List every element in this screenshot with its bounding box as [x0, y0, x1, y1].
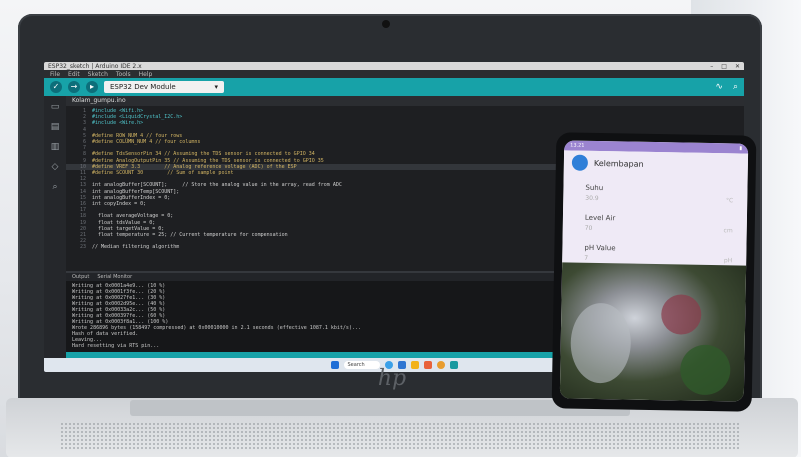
menu-tools[interactable]: Tools — [116, 71, 131, 78]
reading-value: 7 — [584, 254, 589, 262]
boards-icon[interactable]: ▤ — [51, 122, 60, 132]
serial-monitor-icon[interactable]: ⌕ — [733, 82, 738, 92]
serial-plotter-icon[interactable]: ∿ — [715, 82, 723, 92]
debug-icon[interactable]: ▸ — [86, 81, 98, 93]
sensor-reading: Suhu 30.9 °C — [585, 175, 739, 205]
folder-icon[interactable]: ▭ — [51, 102, 60, 112]
code-text: float temperature = 25; // Current tempe… — [92, 232, 288, 239]
reading-left: Suhu 30.9 — [585, 175, 603, 202]
code-text: #define COLUMN_NUM 4 // four columns — [92, 139, 201, 146]
app-icon[interactable] — [436, 361, 445, 369]
phone-screen: 13.21 ▮ Kelembapan Suhu 30.9 °C Level Air 70… — [559, 140, 749, 402]
sensor-card: Kelembapan Suhu 30.9 °C Level Air 70 cm pH Val… — [562, 150, 749, 287]
wallpaper-shape — [679, 344, 731, 396]
verify-icon[interactable]: ✓ — [50, 81, 62, 93]
reading-label: Suhu — [585, 183, 604, 193]
reading-left: pH Value 7 — [584, 235, 616, 263]
reading-unit: °C — [725, 197, 734, 205]
menu-edit[interactable]: Edit — [68, 71, 80, 78]
menu-file[interactable]: File — [50, 71, 60, 78]
reading-unit: cm — [723, 227, 733, 235]
board-name: ESP32 Dev Module — [110, 83, 176, 91]
phone-wallpaper — [559, 262, 747, 402]
toolbar-right: ∿ ⌕ — [715, 82, 738, 92]
wallpaper-shape — [570, 302, 632, 384]
maximize-icon[interactable]: □ — [721, 63, 727, 70]
menu-bar: File Edit Sketch Tools Help — [44, 70, 744, 78]
tab-output[interactable]: Output — [72, 274, 89, 280]
speaker-grille — [60, 422, 740, 450]
menu-sketch[interactable]: Sketch — [88, 71, 108, 78]
start-icon[interactable] — [330, 361, 339, 369]
reading-label: Level Air — [584, 213, 616, 223]
wallpaper-shape — [660, 294, 702, 335]
search-icon[interactable]: ⌕ — [52, 182, 57, 192]
minimize-icon[interactable]: – — [710, 63, 713, 70]
tab-serial-monitor[interactable]: Serial Monitor — [97, 274, 132, 280]
chevron-down-icon: ▾ — [214, 83, 218, 91]
app-icon[interactable] — [423, 361, 432, 369]
upload-icon[interactable]: → — [68, 81, 80, 93]
ide-sidebar: ▭ ▤ ▥ ◇ ⌕ — [44, 96, 66, 372]
code-text: #define SCOUNT 30 // Sum of sample point — [92, 170, 234, 177]
close-icon[interactable]: ✕ — [735, 63, 740, 70]
sensor-reading: Level Air 70 cm — [585, 205, 739, 235]
reading-unit: pH — [723, 257, 733, 265]
reading-value: 70 — [584, 224, 593, 232]
app-header: Kelembapan — [571, 154, 740, 174]
debug-side-icon[interactable]: ◇ — [52, 162, 59, 172]
code-text: #include <Wire.h> — [92, 120, 144, 127]
hp-logo: hp — [377, 366, 407, 391]
file-tab[interactable]: Kolam_gumpu.ino — [66, 96, 744, 106]
arduino-icon[interactable] — [449, 361, 458, 369]
reading-left: Level Air 70 — [585, 205, 616, 233]
menu-help[interactable]: Help — [139, 71, 153, 78]
window-controls[interactable]: – □ ✕ — [702, 63, 740, 70]
status-time: 13.21 — [570, 142, 585, 149]
photo-scene: ESP32_sketch | Arduino IDE 2.x – □ ✕ File … — [0, 0, 801, 457]
line-number: 23 — [79, 244, 86, 251]
code-text: int copyIndex = 0; — [92, 201, 147, 208]
ide-titlebar: ESP32_sketch | Arduino IDE 2.x – □ ✕ — [44, 62, 744, 70]
smartphone: 13.21 ▮ Kelembapan Suhu 30.9 °C Level Air 70… — [551, 132, 757, 412]
battery-icon: ▮ — [739, 145, 743, 152]
board-selector[interactable]: ESP32 Dev Module ▾ — [104, 81, 224, 93]
app-title: Kelembapan — [593, 158, 644, 169]
library-icon[interactable]: ▥ — [51, 142, 60, 152]
window-title: ESP32_sketch | Arduino IDE 2.x — [48, 62, 142, 70]
webcam — [382, 20, 390, 28]
ide-toolbar: ✓ → ▸ ESP32 Dev Module ▾ ∿ ⌕ — [44, 78, 744, 96]
code-text: // Median filtering algorithm — [92, 244, 180, 251]
sensor-reading: pH Value 7 pH — [584, 235, 738, 265]
app-logo-icon — [571, 154, 589, 171]
reading-label: pH Value — [584, 243, 616, 253]
reading-value: 30.9 — [585, 194, 599, 203]
